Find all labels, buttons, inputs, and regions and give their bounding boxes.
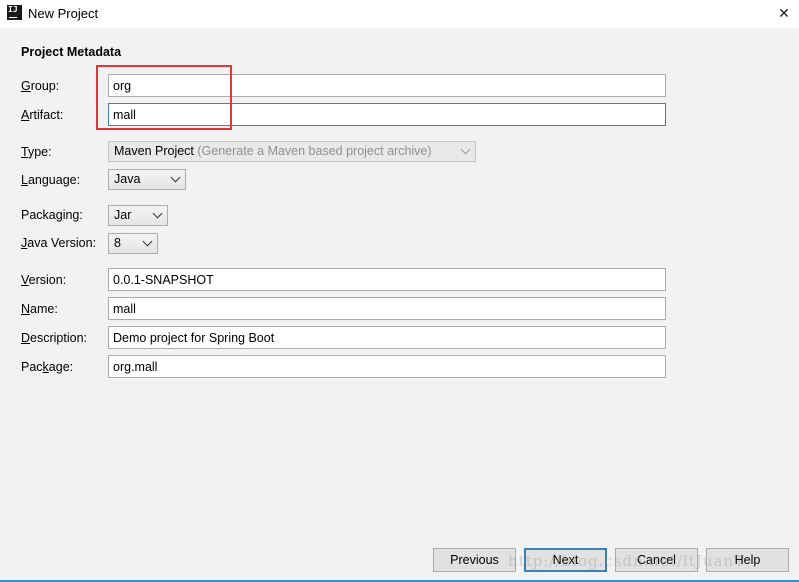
artifact-label: Artifact:	[21, 108, 64, 122]
next-button[interactable]: Next	[524, 548, 607, 572]
section-title: Project Metadata	[21, 45, 122, 59]
packaging-dropdown[interactable]: Jar	[108, 205, 168, 226]
version-input[interactable]	[108, 268, 666, 291]
java-version-label: Java Version:	[21, 236, 97, 250]
language-dropdown[interactable]: Java	[108, 169, 186, 190]
package-input[interactable]	[108, 355, 666, 378]
java-version-dropdown[interactable]: 8	[108, 233, 158, 254]
previous-button[interactable]: Previous	[433, 548, 516, 572]
version-label: Version:	[21, 273, 67, 287]
type-hint: (Generate a Maven based project archive)	[197, 144, 432, 158]
java-version-value: 8	[114, 236, 121, 250]
language-value: Java	[114, 172, 141, 186]
packaging-value: Jar	[114, 208, 132, 222]
chevron-down-icon	[152, 208, 163, 219]
help-button[interactable]: Help	[706, 548, 789, 572]
name-input[interactable]	[108, 297, 666, 320]
group-label: Group:	[21, 79, 60, 93]
cancel-button[interactable]: Cancel	[615, 548, 698, 572]
close-icon[interactable]: ✕	[772, 2, 796, 24]
chevron-down-icon	[142, 236, 153, 247]
type-label: Type:	[21, 145, 52, 159]
type-dropdown[interactable]: Maven Project (Generate a Maven based pr…	[108, 141, 476, 162]
chevron-down-icon	[170, 172, 181, 183]
packaging-label: Packaging:	[21, 208, 83, 222]
package-label: Package:	[21, 360, 74, 374]
artifact-input[interactable]	[108, 103, 666, 126]
window-title: New Project	[28, 6, 99, 21]
name-label: Name:	[21, 302, 58, 316]
intellij-app-icon: IJ	[7, 5, 22, 20]
group-input[interactable]	[108, 74, 666, 97]
description-label: Description:	[21, 331, 88, 345]
description-input[interactable]	[108, 326, 666, 349]
chevron-down-icon	[460, 144, 471, 155]
language-label: Language:	[21, 173, 81, 187]
title-bar: IJ New Project ✕	[0, 0, 799, 28]
type-value: Maven Project	[114, 144, 194, 158]
